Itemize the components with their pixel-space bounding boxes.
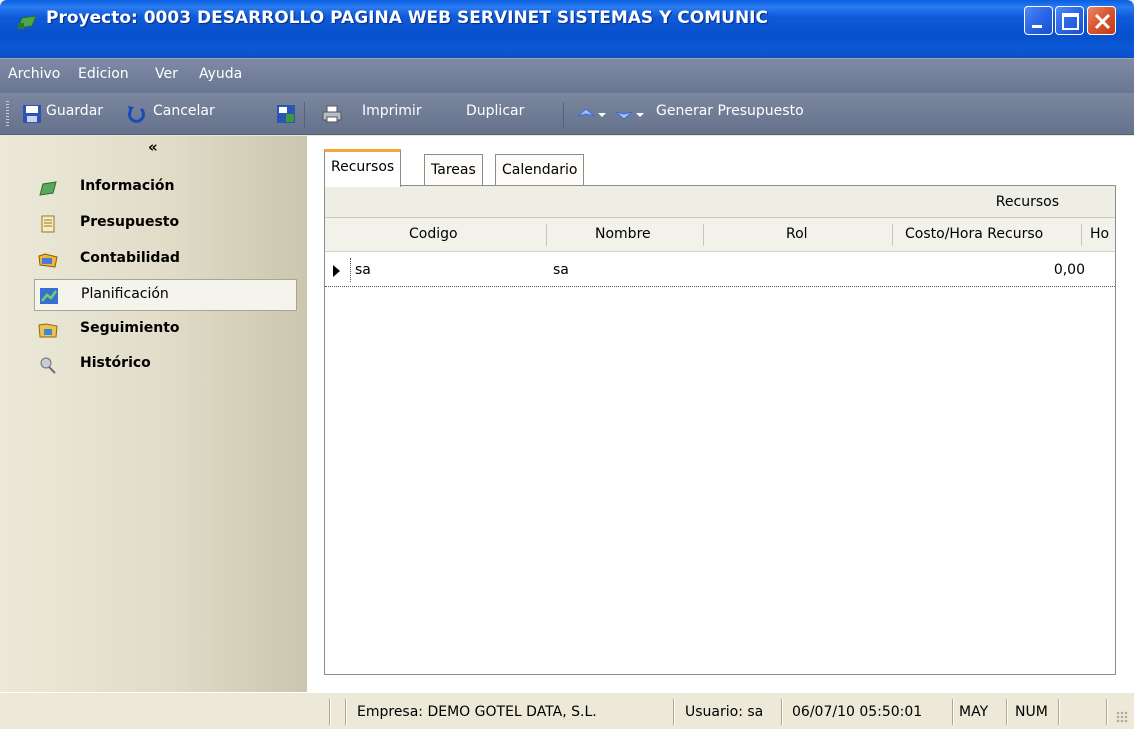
cell-nombre[interactable]: sa: [553, 262, 569, 278]
generate-budget-button[interactable]: Generar Presupuesto: [656, 103, 804, 119]
menu-edicion[interactable]: Edicion: [78, 66, 129, 82]
status-separator: [1006, 699, 1008, 725]
grid-column-headers: Codigo Nombre Rol Costo/Hora Recurso Ho: [325, 218, 1115, 252]
column-header-codigo[interactable]: Codigo: [409, 226, 458, 242]
navigate-up-icon[interactable]: [576, 104, 596, 124]
save-button[interactable]: Guardar: [46, 103, 103, 119]
tab-calendario[interactable]: Calendario: [495, 154, 585, 186]
toolbar: Guardar Cancelar Imprimir Duplicar Gener…: [0, 93, 1134, 135]
main-content: Recursos Tareas Calendario Recursos Codi…: [307, 136, 1134, 692]
status-caps: MAY: [959, 704, 989, 720]
maximize-icon: [1062, 13, 1079, 30]
folder-icon: [38, 253, 58, 268]
status-separator: [781, 699, 783, 725]
app-icon: [17, 15, 37, 29]
document-icon: [41, 215, 55, 233]
sidebar-item-label: Información: [80, 178, 175, 194]
toolbar-separator: [563, 102, 564, 128]
sidebar-item-presupuesto[interactable]: Presupuesto: [34, 208, 297, 240]
sidebar-item-label: Contabilidad: [80, 250, 180, 266]
status-empresa: Empresa: DEMO GOTEL DATA, S.L.: [357, 704, 597, 720]
status-separator: [345, 699, 347, 725]
menu-bar: Archivo Edicion Ver Ayuda: [0, 58, 1134, 93]
chevron-down-icon[interactable]: [597, 104, 607, 124]
sidebar-item-informacion[interactable]: Información: [34, 172, 297, 204]
title-bar[interactable]: Proyecto: 0003 DESARROLLO PAGINA WEB SER…: [0, 0, 1134, 58]
toolbar-separator: [304, 102, 305, 128]
column-separator[interactable]: [1081, 224, 1082, 246]
history-icon: [40, 357, 56, 374]
sidebar-item-label: Histórico: [80, 355, 151, 371]
status-separator: [673, 699, 675, 725]
sidebar-item-label: Presupuesto: [80, 214, 180, 230]
minimize-icon: [1032, 25, 1042, 28]
cancel-button[interactable]: Cancelar: [153, 103, 215, 119]
status-num: NUM: [1015, 704, 1048, 720]
print-button[interactable]: Imprimir: [362, 103, 422, 119]
sidebar-item-label: Planificación: [81, 286, 169, 302]
column-header-rol[interactable]: Rol: [786, 226, 808, 242]
menu-ver[interactable]: Ver: [155, 66, 178, 82]
table-row[interactable]: sa sa 0,00: [325, 254, 1115, 287]
collapse-sidebar-button[interactable]: «: [148, 138, 158, 156]
column-separator[interactable]: [546, 224, 547, 246]
window-title: Proyecto: 0003 DESARROLLO PAGINA WEB SER…: [46, 8, 768, 28]
info-icon: [39, 181, 57, 196]
column-header-costo-hora[interactable]: Costo/Hora Recurso: [905, 226, 1043, 242]
tab-tareas[interactable]: Tareas: [424, 154, 483, 186]
column-separator[interactable]: [892, 224, 893, 246]
cell-codigo[interactable]: sa: [355, 262, 371, 278]
resize-grip-icon[interactable]: [1116, 711, 1128, 723]
close-icon: [1094, 13, 1111, 30]
printer-icon: [322, 105, 342, 123]
column-header-nombre[interactable]: Nombre: [595, 226, 651, 242]
status-bar: Empresa: DEMO GOTEL DATA, S.L. Usuario: …: [0, 692, 1134, 729]
status-separator: [329, 699, 331, 725]
chevron-down-icon[interactable]: [635, 104, 645, 124]
cell-costo-hora[interactable]: 0,00: [1054, 262, 1085, 278]
save-icon: [23, 105, 41, 123]
status-datetime: 06/07/10 05:50:01: [792, 704, 923, 720]
sidebar-item-planificacion[interactable]: Planificación: [34, 279, 297, 311]
status-usuario: Usuario: sa: [685, 704, 764, 720]
sidebar-item-label: Seguimiento: [80, 320, 180, 336]
close-button[interactable]: [1087, 6, 1116, 35]
navigate-down-icon[interactable]: [614, 104, 634, 124]
chart-icon: [40, 288, 58, 304]
sidebar-item-historico[interactable]: Histórico: [34, 349, 297, 381]
tab-recursos[interactable]: Recursos: [324, 149, 402, 187]
duplicate-button[interactable]: Duplicar: [466, 103, 524, 119]
resources-grid[interactable]: Recursos Codigo Nombre Rol Costo/Hora Re…: [324, 185, 1116, 675]
column-header-horas[interactable]: Ho: [1090, 226, 1114, 242]
status-separator: [1058, 699, 1060, 725]
minimize-button[interactable]: [1024, 6, 1053, 35]
column-separator[interactable]: [703, 224, 704, 246]
row-selector-icon: [333, 265, 340, 277]
status-separator: [1106, 699, 1108, 725]
menu-archivo[interactable]: Archivo: [8, 66, 60, 82]
grid-band-header: Recursos: [325, 186, 1115, 218]
cell-cursor: [350, 258, 351, 282]
tracking-icon: [38, 323, 58, 338]
menu-ayuda[interactable]: Ayuda: [199, 66, 242, 82]
undo-icon: [128, 106, 145, 123]
sidebar-item-seguimiento[interactable]: Seguimiento: [34, 314, 297, 346]
band-label: Recursos: [995, 194, 1059, 210]
sidebar: « Información Presupuesto Contabilidad P…: [0, 136, 307, 692]
save-all-icon: [277, 105, 295, 123]
status-separator: [952, 699, 954, 725]
toolbar-grip[interactable]: [6, 101, 9, 127]
sidebar-item-contabilidad[interactable]: Contabilidad: [34, 244, 297, 276]
maximize-button[interactable]: [1055, 6, 1084, 35]
